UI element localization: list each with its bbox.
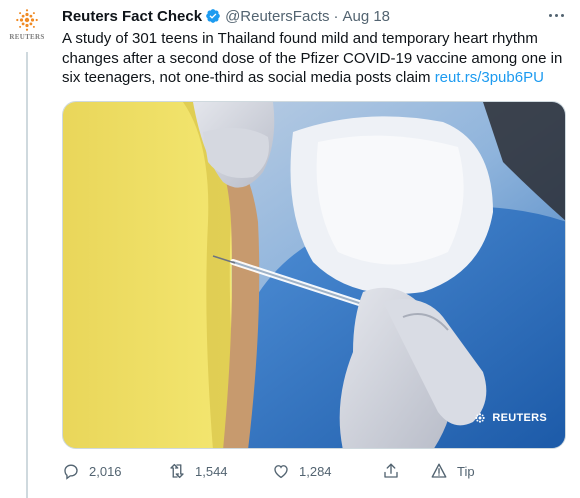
share-button[interactable]	[382, 462, 430, 480]
tweet-header: Reuters Fact Check @ReutersFacts · Aug 1…	[62, 6, 390, 26]
verified-badge-icon	[206, 9, 220, 23]
avatar[interactable]: REUTERS	[4, 8, 50, 48]
author-handle[interactable]: @ReutersFacts	[225, 8, 329, 25]
tip-icon	[431, 463, 447, 478]
like-button[interactable]: 1,284	[272, 462, 382, 480]
like-icon	[274, 465, 288, 479]
tweet-media-image[interactable]: REUTERS	[62, 101, 566, 449]
tip-button[interactable]: Tip	[430, 462, 475, 480]
reply-icon	[64, 464, 78, 480]
avatar-column: REUTERS	[0, 0, 56, 498]
reuters-logo-icon	[16, 9, 38, 31]
like-count: 1,284	[299, 463, 332, 479]
share-icon	[384, 463, 398, 478]
retweet-button[interactable]: 1,544	[168, 462, 272, 480]
reply-button[interactable]: 2,016	[62, 462, 168, 480]
reply-count: 2,016	[89, 463, 122, 479]
tweet-date[interactable]: Aug 18	[342, 8, 390, 25]
author-name[interactable]: Reuters Fact Check	[62, 8, 202, 25]
vaccination-photo	[63, 102, 565, 448]
reuters-watermark-icon	[475, 413, 486, 423]
tweet-card[interactable]: REUTERS Reuters Fact Check @ReutersFacts…	[0, 0, 580, 498]
retweet-count: 1,544	[195, 463, 228, 479]
header-separator: ·	[333, 7, 339, 25]
tweet-text: A study of 301 teens in Thailand found m…	[62, 29, 567, 88]
more-options-icon[interactable]	[546, 8, 566, 22]
tweet-link[interactable]: reut.rs/3pub6PU	[435, 69, 544, 86]
media-watermark: REUTERS	[472, 410, 547, 426]
thread-line	[26, 52, 28, 498]
media-watermark-label: REUTERS	[492, 412, 547, 424]
tip-label: Tip	[457, 463, 475, 479]
avatar-wordmark: REUTERS	[9, 33, 45, 41]
retweet-icon	[170, 463, 184, 479]
tweet-actions: 2,016 1,544 1,284 Tip	[62, 461, 502, 481]
